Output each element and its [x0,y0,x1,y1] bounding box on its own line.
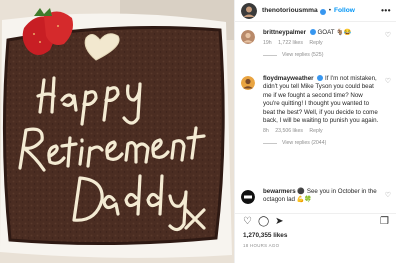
reply-button[interactable]: Reply [309,40,322,46]
comments-list[interactable]: brittneypalmer GOAT 🐐😂 19h 1,722 likes R… [235,24,396,210]
cake-image [0,0,234,263]
commenter-avatar[interactable] [241,190,255,204]
author-username[interactable]: thenotoriousmma [262,7,318,14]
commenter-avatar[interactable] [241,30,255,44]
view-replies-label: View replies (2044) [282,140,327,147]
comment-time[interactable]: 19h [263,40,272,46]
more-options-icon[interactable]: ••• [381,6,391,15]
save-bookmark-icon[interactable]: ❐ [380,216,389,228]
like-heart-icon[interactable]: ♡ [243,216,252,228]
comment-like-icon[interactable]: ♡ [385,31,391,39]
post-sidebar: thenotoriousmma • Follow ••• brittneypal… [234,0,396,263]
verified-badge-icon [317,75,324,81]
comment-likes[interactable]: 1,722 likes [278,40,303,46]
commenter-avatar[interactable] [241,76,255,90]
comment-text: GOAT 🐐😂 [317,29,352,36]
comment-text: If I'm not mistaken, didn't you tell Mik… [263,75,379,125]
comment-bubble-icon[interactable]: ◯ [258,216,269,228]
verified-badge-icon [309,29,316,35]
view-replies-link[interactable]: View replies (2044) [263,139,381,147]
instagram-post-window: thenotoriousmma • Follow ••• brittneypal… [0,0,396,263]
comment-username[interactable]: brittneypalmer [263,29,306,36]
comment-like-icon[interactable]: ♡ [385,191,391,199]
reply-button[interactable]: Reply [309,128,322,134]
comment-likes[interactable]: 23,506 likes [275,128,303,134]
replies-divider [263,55,277,57]
follow-button[interactable]: Follow [334,7,355,14]
verified-badge-icon [319,8,326,15]
view-replies-label: View replies (525) [282,52,324,59]
post-timestamp[interactable]: 18 HOURS AGO [243,243,279,248]
comment-username[interactable]: floydmayweather [263,75,314,82]
post-photo[interactable] [0,0,234,263]
likes-count[interactable]: 1,270,355 likes [243,232,287,239]
comment-time[interactable]: 8h [263,128,269,134]
view-replies-link[interactable]: View replies (525) [263,51,381,59]
separator-dot: • [328,7,331,14]
author-avatar[interactable] [241,2,257,19]
action-bar: ♡ ◯ ➤ ❐ [235,213,396,229]
replies-divider [263,143,277,145]
comment-meta: 8h 23,506 likes Reply [263,128,381,135]
share-send-icon[interactable]: ➤ [275,216,283,228]
comment-like-icon[interactable]: ♡ [385,77,391,85]
comment-username[interactable]: bewarmers [263,188,296,195]
comment-meta: 19h 1,722 likes Reply [263,40,381,47]
post-header: thenotoriousmma • Follow ••• [235,0,396,22]
